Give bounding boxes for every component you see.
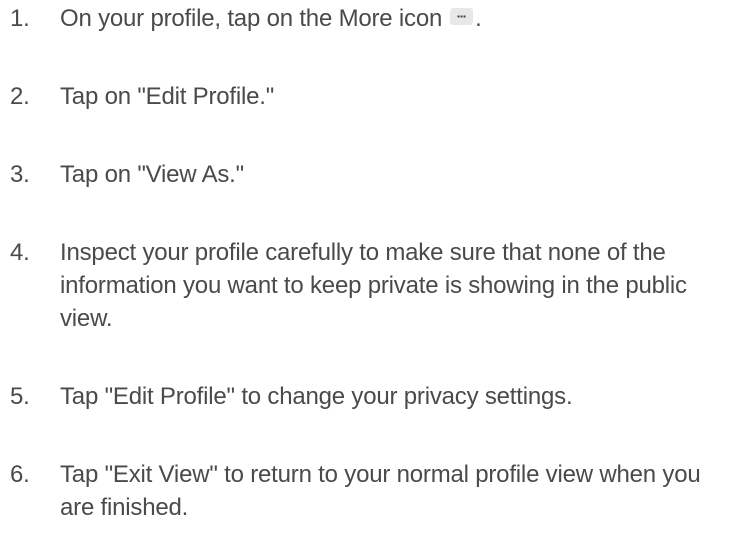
step-text: Tap on "View As." [60, 161, 244, 188]
step-1: 1. On your profile, tap on the More icon… [0, 2, 728, 35]
step-text-after: . [475, 5, 482, 32]
step-text: Tap on "Edit Profile." [60, 83, 275, 110]
step-text: Tap "Exit View" to return to your normal… [60, 461, 701, 521]
step-text: On your profile, tap on the More icon. [60, 2, 728, 35]
step-text: Tap "Edit Profile" to change your privac… [60, 383, 573, 410]
step-text-before: On your profile, tap on the More icon [60, 5, 443, 32]
more-icon [450, 8, 474, 26]
step-5: 5. Tap "Edit Profile" to change your pri… [0, 380, 728, 413]
step-4: 4. Inspect your profile carefully to mak… [0, 236, 728, 335]
step-number: 4. [10, 239, 30, 266]
step-number: 6. [10, 461, 30, 488]
step-number: 5. [10, 383, 30, 410]
step-2: 2. Tap on "Edit Profile." [0, 80, 728, 113]
step-text: Inspect your profile carefully to make s… [60, 239, 687, 332]
step-3: 3. Tap on "View As." [0, 158, 728, 191]
step-number: 1. [10, 5, 30, 32]
step-6: 6. Tap "Exit View" to return to your nor… [0, 458, 728, 524]
step-number: 3. [10, 161, 30, 188]
instruction-list: 1. On your profile, tap on the More icon… [0, 0, 734, 544]
step-number: 2. [10, 83, 30, 110]
